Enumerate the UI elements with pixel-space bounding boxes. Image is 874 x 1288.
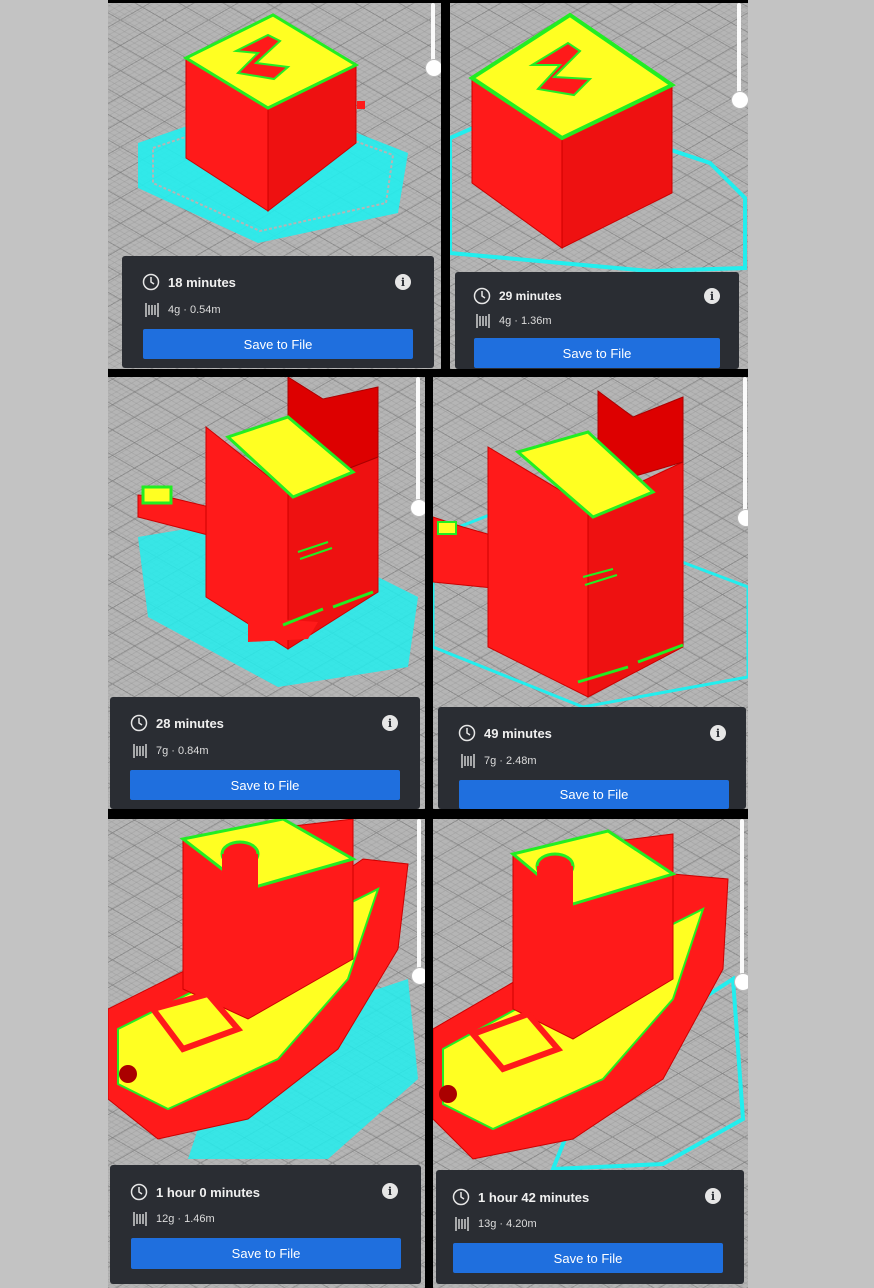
layer-slider-handle[interactable]	[737, 509, 748, 527]
print-summary-card: 1 hour 0 minutes 12g · 1.46m i Save to F…	[110, 1165, 421, 1284]
material-row: 13g · 4.20m	[454, 1216, 537, 1232]
filament-spool-icon	[460, 753, 476, 769]
info-icon[interactable]: i	[382, 1183, 398, 1199]
clock-icon	[130, 1183, 148, 1201]
print-summary-card: 29 minutes 4g · 1.36m i Save to File	[455, 272, 739, 369]
print-summary-card: 28 minutes 7g · 0.84m i Save to File	[110, 697, 420, 809]
layer-slider-handle[interactable]	[411, 967, 425, 985]
layer-slider-handle[interactable]	[410, 499, 425, 517]
info-icon[interactable]: i	[710, 725, 726, 741]
info-icon[interactable]: i	[704, 288, 720, 304]
print-time-row: 18 minutes	[142, 273, 236, 291]
layer-slider[interactable]	[411, 819, 425, 985]
material-usage: 7g · 0.84m	[156, 745, 209, 757]
material-row: 7g · 2.48m	[460, 753, 537, 769]
material-row: 4g · 1.36m	[475, 313, 552, 329]
filament-spool-icon	[132, 1211, 148, 1227]
material-row: 12g · 1.46m	[132, 1211, 215, 1227]
filament-spool-icon	[132, 743, 148, 759]
layer-slider[interactable]	[731, 3, 748, 109]
save-to-file-button[interactable]: Save to File	[474, 338, 720, 368]
save-to-file-button[interactable]: Save to File	[143, 329, 413, 359]
material-usage: 7g · 2.48m	[484, 755, 537, 767]
filament-spool-icon	[454, 1216, 470, 1232]
filament-spool-icon	[144, 302, 160, 318]
layer-slider-handle[interactable]	[425, 59, 441, 77]
layer-slider[interactable]	[737, 377, 748, 527]
print-time-row: 49 minutes	[458, 724, 552, 742]
print-time: 18 minutes	[168, 274, 236, 290]
layer-slider[interactable]	[425, 3, 441, 77]
material-usage: 4g · 0.54m	[168, 304, 221, 316]
print-summary-card: 1 hour 42 minutes 13g · 4.20m i Save to …	[436, 1170, 744, 1284]
print-summary-card: 49 minutes 7g · 2.48m i Save to File	[438, 707, 746, 809]
save-to-file-button[interactable]: Save to File	[459, 780, 729, 809]
clock-icon	[452, 1188, 470, 1206]
material-usage: 13g · 4.20m	[478, 1218, 537, 1230]
save-to-file-button[interactable]: Save to File	[453, 1243, 723, 1273]
print-time: 29 minutes	[499, 289, 562, 303]
print-time-row: 1 hour 42 minutes	[452, 1188, 589, 1206]
clock-icon	[130, 714, 148, 732]
clock-icon	[142, 273, 160, 291]
save-to-file-button[interactable]: Save to File	[131, 1238, 401, 1269]
print-time-row: 29 minutes	[473, 287, 562, 305]
material-row: 4g · 0.54m	[144, 302, 221, 318]
filament-spool-icon	[475, 313, 491, 329]
info-icon[interactable]: i	[705, 1188, 721, 1204]
info-icon[interactable]: i	[395, 274, 411, 290]
print-time: 28 minutes	[156, 715, 224, 731]
layer-slider-handle[interactable]	[731, 91, 748, 109]
print-time: 49 minutes	[484, 725, 552, 741]
layer-slider[interactable]	[734, 819, 748, 991]
material-usage: 4g · 1.36m	[499, 315, 552, 327]
print-time-row: 28 minutes	[130, 714, 224, 732]
print-time-row: 1 hour 0 minutes	[130, 1183, 260, 1201]
material-usage: 12g · 1.46m	[156, 1213, 215, 1225]
info-icon[interactable]: i	[382, 715, 398, 731]
clock-icon	[473, 287, 491, 305]
print-summary-card: 18 minutes 4g · 0.54m i Save to File	[122, 256, 434, 368]
print-time: 1 hour 42 minutes	[478, 1189, 590, 1205]
clock-icon	[458, 724, 476, 742]
save-to-file-button[interactable]: Save to File	[130, 770, 400, 800]
layer-slider[interactable]	[410, 377, 425, 517]
layer-slider-handle[interactable]	[734, 973, 748, 991]
print-time: 1 hour 0 minutes	[156, 1184, 261, 1200]
material-row: 7g · 0.84m	[132, 743, 209, 759]
